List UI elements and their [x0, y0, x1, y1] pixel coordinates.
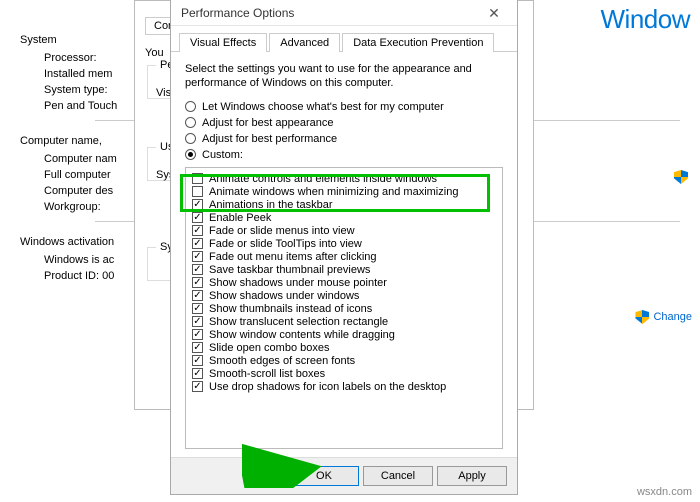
- effect-checkbox-row[interactable]: Show window contents while dragging: [192, 329, 496, 341]
- cancel-button[interactable]: Cancel: [363, 466, 433, 486]
- tab-dep[interactable]: Data Execution Prevention: [342, 33, 494, 52]
- radio-icon: [185, 149, 196, 160]
- checkbox-icon: [192, 186, 203, 197]
- radio-best-performance[interactable]: Adjust for best performance: [185, 133, 503, 145]
- radio-label: Adjust for best performance: [202, 133, 337, 145]
- effect-checkbox-row[interactable]: Smooth-scroll list boxes: [192, 368, 496, 380]
- checkbox-icon: [192, 251, 203, 262]
- effects-checklist[interactable]: Animate controls and elements inside win…: [185, 167, 503, 449]
- effect-checkbox-row[interactable]: Save taskbar thumbnail previews: [192, 264, 496, 276]
- checkbox-label: Smooth edges of screen fonts: [209, 355, 355, 367]
- checkbox-label: Animate windows when minimizing and maxi…: [209, 186, 458, 198]
- checkbox-icon: [192, 225, 203, 236]
- checkbox-icon: [192, 173, 203, 184]
- checkbox-icon: [192, 329, 203, 340]
- checkbox-label: Smooth-scroll list boxes: [209, 368, 325, 380]
- effect-checkbox-row[interactable]: Enable Peek: [192, 212, 496, 224]
- checkbox-label: Enable Peek: [209, 212, 271, 224]
- checkbox-icon: [192, 277, 203, 288]
- apply-button[interactable]: Apply: [437, 466, 507, 486]
- checkbox-icon: [192, 264, 203, 275]
- radio-label: Adjust for best appearance: [202, 117, 333, 129]
- checkbox-icon: [192, 303, 203, 314]
- effect-checkbox-row[interactable]: Show thumbnails instead of icons: [192, 303, 496, 315]
- mid-line: You: [145, 47, 164, 59]
- windows-brand-text: Window: [601, 4, 690, 35]
- checkbox-icon: [192, 342, 203, 353]
- performance-options-dialog: Performance Options ✕ Visual Effects Adv…: [170, 0, 518, 495]
- checkbox-label: Use drop shadows for icon labels on the …: [209, 381, 446, 393]
- checkbox-label: Show shadows under mouse pointer: [209, 277, 387, 289]
- checkbox-icon: [192, 212, 203, 223]
- effect-checkbox-row[interactable]: Use drop shadows for icon labels on the …: [192, 381, 496, 393]
- checkbox-label: Show translucent selection rectangle: [209, 316, 388, 328]
- checkbox-label: Show shadows under windows: [209, 290, 359, 302]
- effect-checkbox-row[interactable]: Show shadows under mouse pointer: [192, 277, 496, 289]
- radio-best-appearance[interactable]: Adjust for best appearance: [185, 117, 503, 129]
- tab-advanced[interactable]: Advanced: [269, 33, 340, 52]
- radio-icon: [185, 133, 196, 144]
- checkbox-label: Fade or slide menus into view: [209, 225, 355, 237]
- change-link-text: Change: [653, 311, 692, 323]
- shield-icon: [674, 170, 688, 184]
- close-icon[interactable]: ✕: [477, 1, 511, 25]
- checkbox-label: Save taskbar thumbnail previews: [209, 264, 370, 276]
- tab-visual-effects[interactable]: Visual Effects: [179, 33, 267, 52]
- checkbox-icon: [192, 381, 203, 392]
- ok-button[interactable]: OK: [289, 466, 359, 486]
- tabstrip: Visual Effects Advanced Data Execution P…: [171, 32, 517, 52]
- radio-icon: [185, 101, 196, 112]
- checkbox-icon: [192, 316, 203, 327]
- radio-let-windows-choose[interactable]: Let Windows choose what's best for my co…: [185, 101, 503, 113]
- radio-label: Custom:: [202, 149, 243, 161]
- checkbox-icon: [192, 368, 203, 379]
- titlebar[interactable]: Performance Options ✕: [171, 0, 517, 26]
- effect-checkbox-row[interactable]: Show shadows under windows: [192, 290, 496, 302]
- change-settings-link-1[interactable]: [674, 170, 692, 184]
- checkbox-icon: [192, 355, 203, 366]
- checkbox-icon: [192, 238, 203, 249]
- checkbox-label: Animations in the taskbar: [209, 199, 333, 211]
- checkbox-label: Animate controls and elements inside win…: [209, 173, 437, 185]
- shield-icon: [635, 310, 649, 324]
- radio-label: Let Windows choose what's best for my co…: [202, 101, 444, 113]
- checkbox-icon: [192, 199, 203, 210]
- button-bar: OK Cancel Apply: [171, 457, 517, 494]
- checkbox-label: Show window contents while dragging: [209, 329, 395, 341]
- checkbox-label: Fade out menu items after clicking: [209, 251, 377, 263]
- effect-checkbox-row[interactable]: Fade out menu items after clicking: [192, 251, 496, 263]
- tab-body: Select the settings you want to use for …: [171, 52, 517, 457]
- effect-checkbox-row[interactable]: Animations in the taskbar: [192, 199, 496, 211]
- effect-checkbox-row[interactable]: Animate controls and elements inside win…: [192, 173, 496, 185]
- radio-icon: [185, 117, 196, 128]
- effect-checkbox-row[interactable]: Fade or slide menus into view: [192, 225, 496, 237]
- checkbox-label: Slide open combo boxes: [209, 342, 329, 354]
- watermark: wsxdn.com: [637, 486, 692, 498]
- change-settings-link-2[interactable]: Change: [635, 310, 692, 324]
- effect-checkbox-row[interactable]: Animate windows when minimizing and maxi…: [192, 186, 496, 198]
- radio-custom[interactable]: Custom:: [185, 149, 503, 161]
- effect-checkbox-row[interactable]: Smooth edges of screen fonts: [192, 355, 496, 367]
- effect-checkbox-row[interactable]: Slide open combo boxes: [192, 342, 496, 354]
- checkbox-icon: [192, 290, 203, 301]
- checkbox-label: Show thumbnails instead of icons: [209, 303, 372, 315]
- description-text: Select the settings you want to use for …: [185, 62, 503, 91]
- checkbox-label: Fade or slide ToolTips into view: [209, 238, 362, 250]
- effect-checkbox-row[interactable]: Show translucent selection rectangle: [192, 316, 496, 328]
- dialog-title: Performance Options: [181, 6, 294, 20]
- effect-checkbox-row[interactable]: Fade or slide ToolTips into view: [192, 238, 496, 250]
